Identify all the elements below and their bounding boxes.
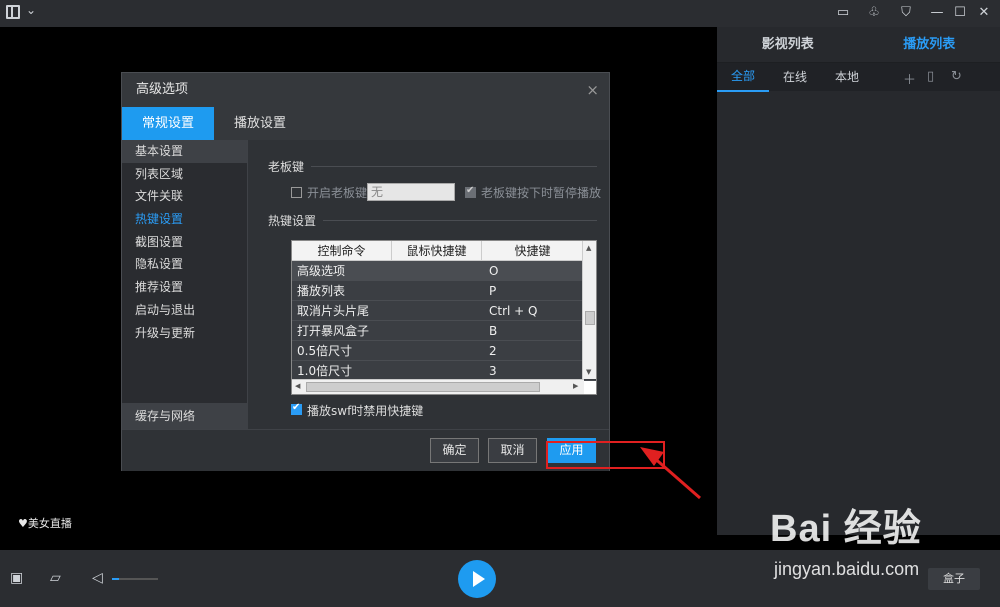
annotation-arrow [640,447,701,500]
